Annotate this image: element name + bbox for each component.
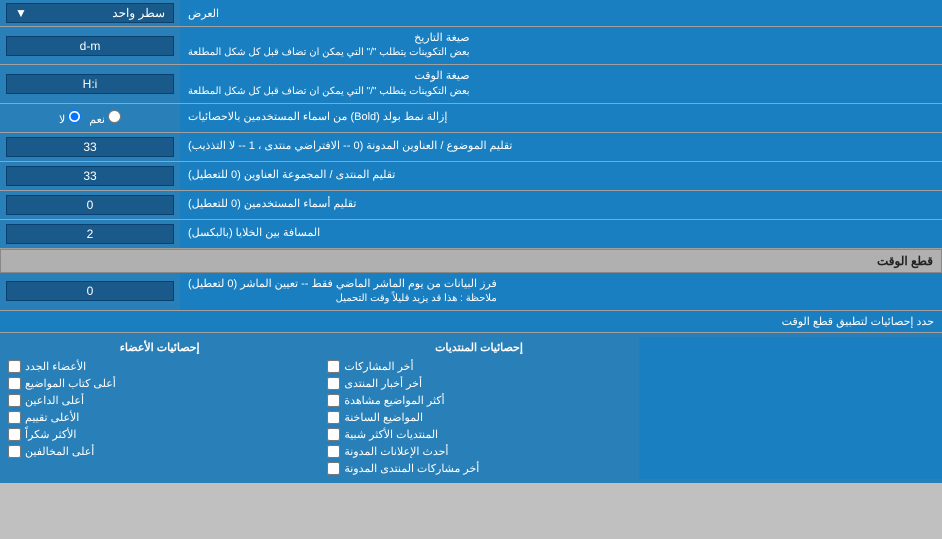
forum-per-page-input-cell: [0, 162, 180, 190]
forum-stats-col: إحصائيات المنتديات أخر المشاركات أخر أخب…: [319, 337, 638, 479]
checkbox-forum-2[interactable]: [327, 377, 340, 390]
member-stat-6: أعلى المخالفين: [8, 443, 311, 460]
forum-stat-7: أخر مشاركات المنتدى المدونة: [327, 460, 630, 477]
checkbox-member-6[interactable]: [8, 445, 21, 458]
topics-per-page-label: تقليم الموضوع / العناوين المدونة (0 -- ا…: [180, 133, 942, 161]
users-per-page-input-cell: [0, 191, 180, 219]
checkbox-member-2[interactable]: [8, 377, 21, 390]
radio-row: إزالة نمط بولد (Bold) من اسماء المستخدمي…: [0, 104, 942, 133]
date-format-title: صيغة التاريخ: [188, 31, 470, 46]
member-stat-2: أعلى كتاب المواضيع: [8, 375, 311, 392]
member-stat-1: الأعضاء الجدد: [8, 358, 311, 375]
forum-stat-3: أكثر المواضيع مشاهدة: [327, 392, 630, 409]
forum-stat-5: المنتديات الأكثر شبية: [327, 426, 630, 443]
forum-stats-header: إحصائيات المنتديات: [327, 339, 630, 358]
cutoff-input-cell: [0, 273, 180, 310]
time-format-row: صيغة الوقت بعض التكوينات يتطلب "/" التي …: [0, 65, 942, 103]
forum-per-page-text: تقليم المنتدى / المجموعة العناوين (0 للت…: [188, 168, 395, 183]
header-input-cell: سطر واحد ▼: [0, 0, 180, 26]
time-format-subtitle: بعض التكوينات يتطلب "/" التي يمكن ان تضا…: [188, 85, 470, 99]
cutoff-sub-text: ملاحظة : هذا قد يزيد قليلاً وقت التحميل: [188, 292, 497, 306]
checkbox-member-5[interactable]: [8, 428, 21, 441]
topics-per-page-text: تقليم الموضوع / العناوين المدونة (0 -- ا…: [188, 139, 512, 154]
cutoff-input[interactable]: [6, 281, 174, 301]
topics-per-page-input[interactable]: [6, 137, 174, 157]
forum-per-page-input[interactable]: [6, 166, 174, 186]
date-format-label: صيغة التاريخ بعض التكوينات يتطلب "/" الت…: [180, 27, 942, 64]
date-format-subtitle: بعض التكوينات يتطلب "/" التي يمكن ان تضا…: [188, 46, 470, 60]
header-row: العرض سطر واحد ▼: [0, 0, 942, 27]
member-stats-header: إحصائيات الأعضاء: [8, 339, 311, 358]
empty-left-area: [639, 337, 942, 479]
topics-per-page-input-cell: [0, 133, 180, 161]
radio-input-cell: نعم لا: [0, 104, 180, 132]
radio-yes-label[interactable]: نعم: [89, 110, 121, 126]
users-per-page-text: تقليم أسماء المستخدمين (0 للتعطيل): [188, 197, 356, 212]
limit-label-text: حدد إحصائيات لتطبيق قطع الوقت: [782, 316, 934, 328]
time-format-input-cell: [0, 65, 180, 102]
checkbox-member-3[interactable]: [8, 394, 21, 407]
forum-stat-1: أخر المشاركات: [327, 358, 630, 375]
header-label: العرض: [180, 0, 942, 26]
gap-between-input-cell: [0, 220, 180, 248]
users-per-page-input[interactable]: [6, 195, 174, 215]
users-per-page-row: تقليم أسماء المستخدمين (0 للتعطيل): [0, 191, 942, 220]
time-format-input[interactable]: [6, 74, 174, 94]
checkbox-forum-1[interactable]: [327, 360, 340, 373]
limit-label: حدد إحصائيات لتطبيق قطع الوقت: [0, 311, 942, 332]
main-container: العرض سطر واحد ▼ صيغة التاريخ بعض التكوي…: [0, 0, 942, 483]
gap-between-row: المسافة بين الخلايا (بالبكسل): [0, 220, 942, 249]
member-stats-col: إحصائيات الأعضاء الأعضاء الجدد أعلى كتاب…: [0, 337, 319, 479]
gap-between-text: المسافة بين الخلايا (بالبكسل): [188, 226, 320, 241]
date-format-input[interactable]: [6, 36, 174, 56]
checkbox-member-4[interactable]: [8, 411, 21, 424]
header-title: العرض: [188, 7, 219, 20]
checkbox-forum-4[interactable]: [327, 411, 340, 424]
radio-yes[interactable]: [108, 110, 121, 123]
member-stat-5: الأكثر شكراً: [8, 426, 311, 443]
radio-no-label[interactable]: لا: [59, 110, 81, 126]
time-format-label: صيغة الوقت بعض التكوينات يتطلب "/" التي …: [180, 65, 942, 102]
cutoff-row: فرز البيانات من يوم الماشر الماضي فقط --…: [0, 273, 942, 311]
member-stat-3: أعلى الداعين: [8, 392, 311, 409]
checkbox-forum-5[interactable]: [327, 428, 340, 441]
forum-per-page-row: تقليم المنتدى / المجموعة العناوين (0 للت…: [0, 162, 942, 191]
forum-stat-6: أحدث الإعلانات المدونة: [327, 443, 630, 460]
topics-per-page-row: تقليم الموضوع / العناوين المدونة (0 -- ا…: [0, 133, 942, 162]
date-format-input-cell: [0, 27, 180, 64]
cutoff-section-header: قطع الوقت: [0, 249, 942, 273]
checkboxes-area: إحصائيات المنتديات أخر المشاركات أخر أخب…: [0, 333, 942, 483]
date-format-row: صيغة التاريخ بعض التكوينات يتطلب "/" الت…: [0, 27, 942, 65]
checkbox-forum-6[interactable]: [327, 445, 340, 458]
checkbox-forum-7[interactable]: [327, 462, 340, 475]
forum-stat-2: أخر أخبار المنتدى: [327, 375, 630, 392]
dropdown-label: سطر واحد: [112, 6, 165, 20]
users-per-page-label: تقليم أسماء المستخدمين (0 للتعطيل): [180, 191, 942, 219]
gap-between-label: المسافة بين الخلايا (بالبكسل): [180, 220, 942, 248]
forum-stat-4: المواضيع الساخنة: [327, 409, 630, 426]
display-dropdown[interactable]: سطر واحد ▼: [6, 3, 174, 23]
radio-label-text: إزالة نمط بولد (Bold) من اسماء المستخدمي…: [188, 110, 447, 125]
gap-between-input[interactable]: [6, 224, 174, 244]
cutoff-section-title: قطع الوقت: [877, 254, 933, 268]
cutoff-main-text: فرز البيانات من يوم الماشر الماضي فقط --…: [188, 277, 497, 292]
dropdown-arrow-icon: ▼: [15, 6, 27, 20]
cutoff-label: فرز البيانات من يوم الماشر الماضي فقط --…: [180, 273, 942, 310]
member-stat-4: الأعلى تقييم: [8, 409, 311, 426]
radio-no[interactable]: [68, 110, 81, 123]
limit-row: حدد إحصائيات لتطبيق قطع الوقت: [0, 311, 942, 333]
time-format-title: صيغة الوقت: [188, 69, 470, 84]
checkbox-forum-3[interactable]: [327, 394, 340, 407]
checkbox-member-1[interactable]: [8, 360, 21, 373]
forum-per-page-label: تقليم المنتدى / المجموعة العناوين (0 للت…: [180, 162, 942, 190]
radio-label-cell: إزالة نمط بولد (Bold) من اسماء المستخدمي…: [180, 104, 942, 132]
